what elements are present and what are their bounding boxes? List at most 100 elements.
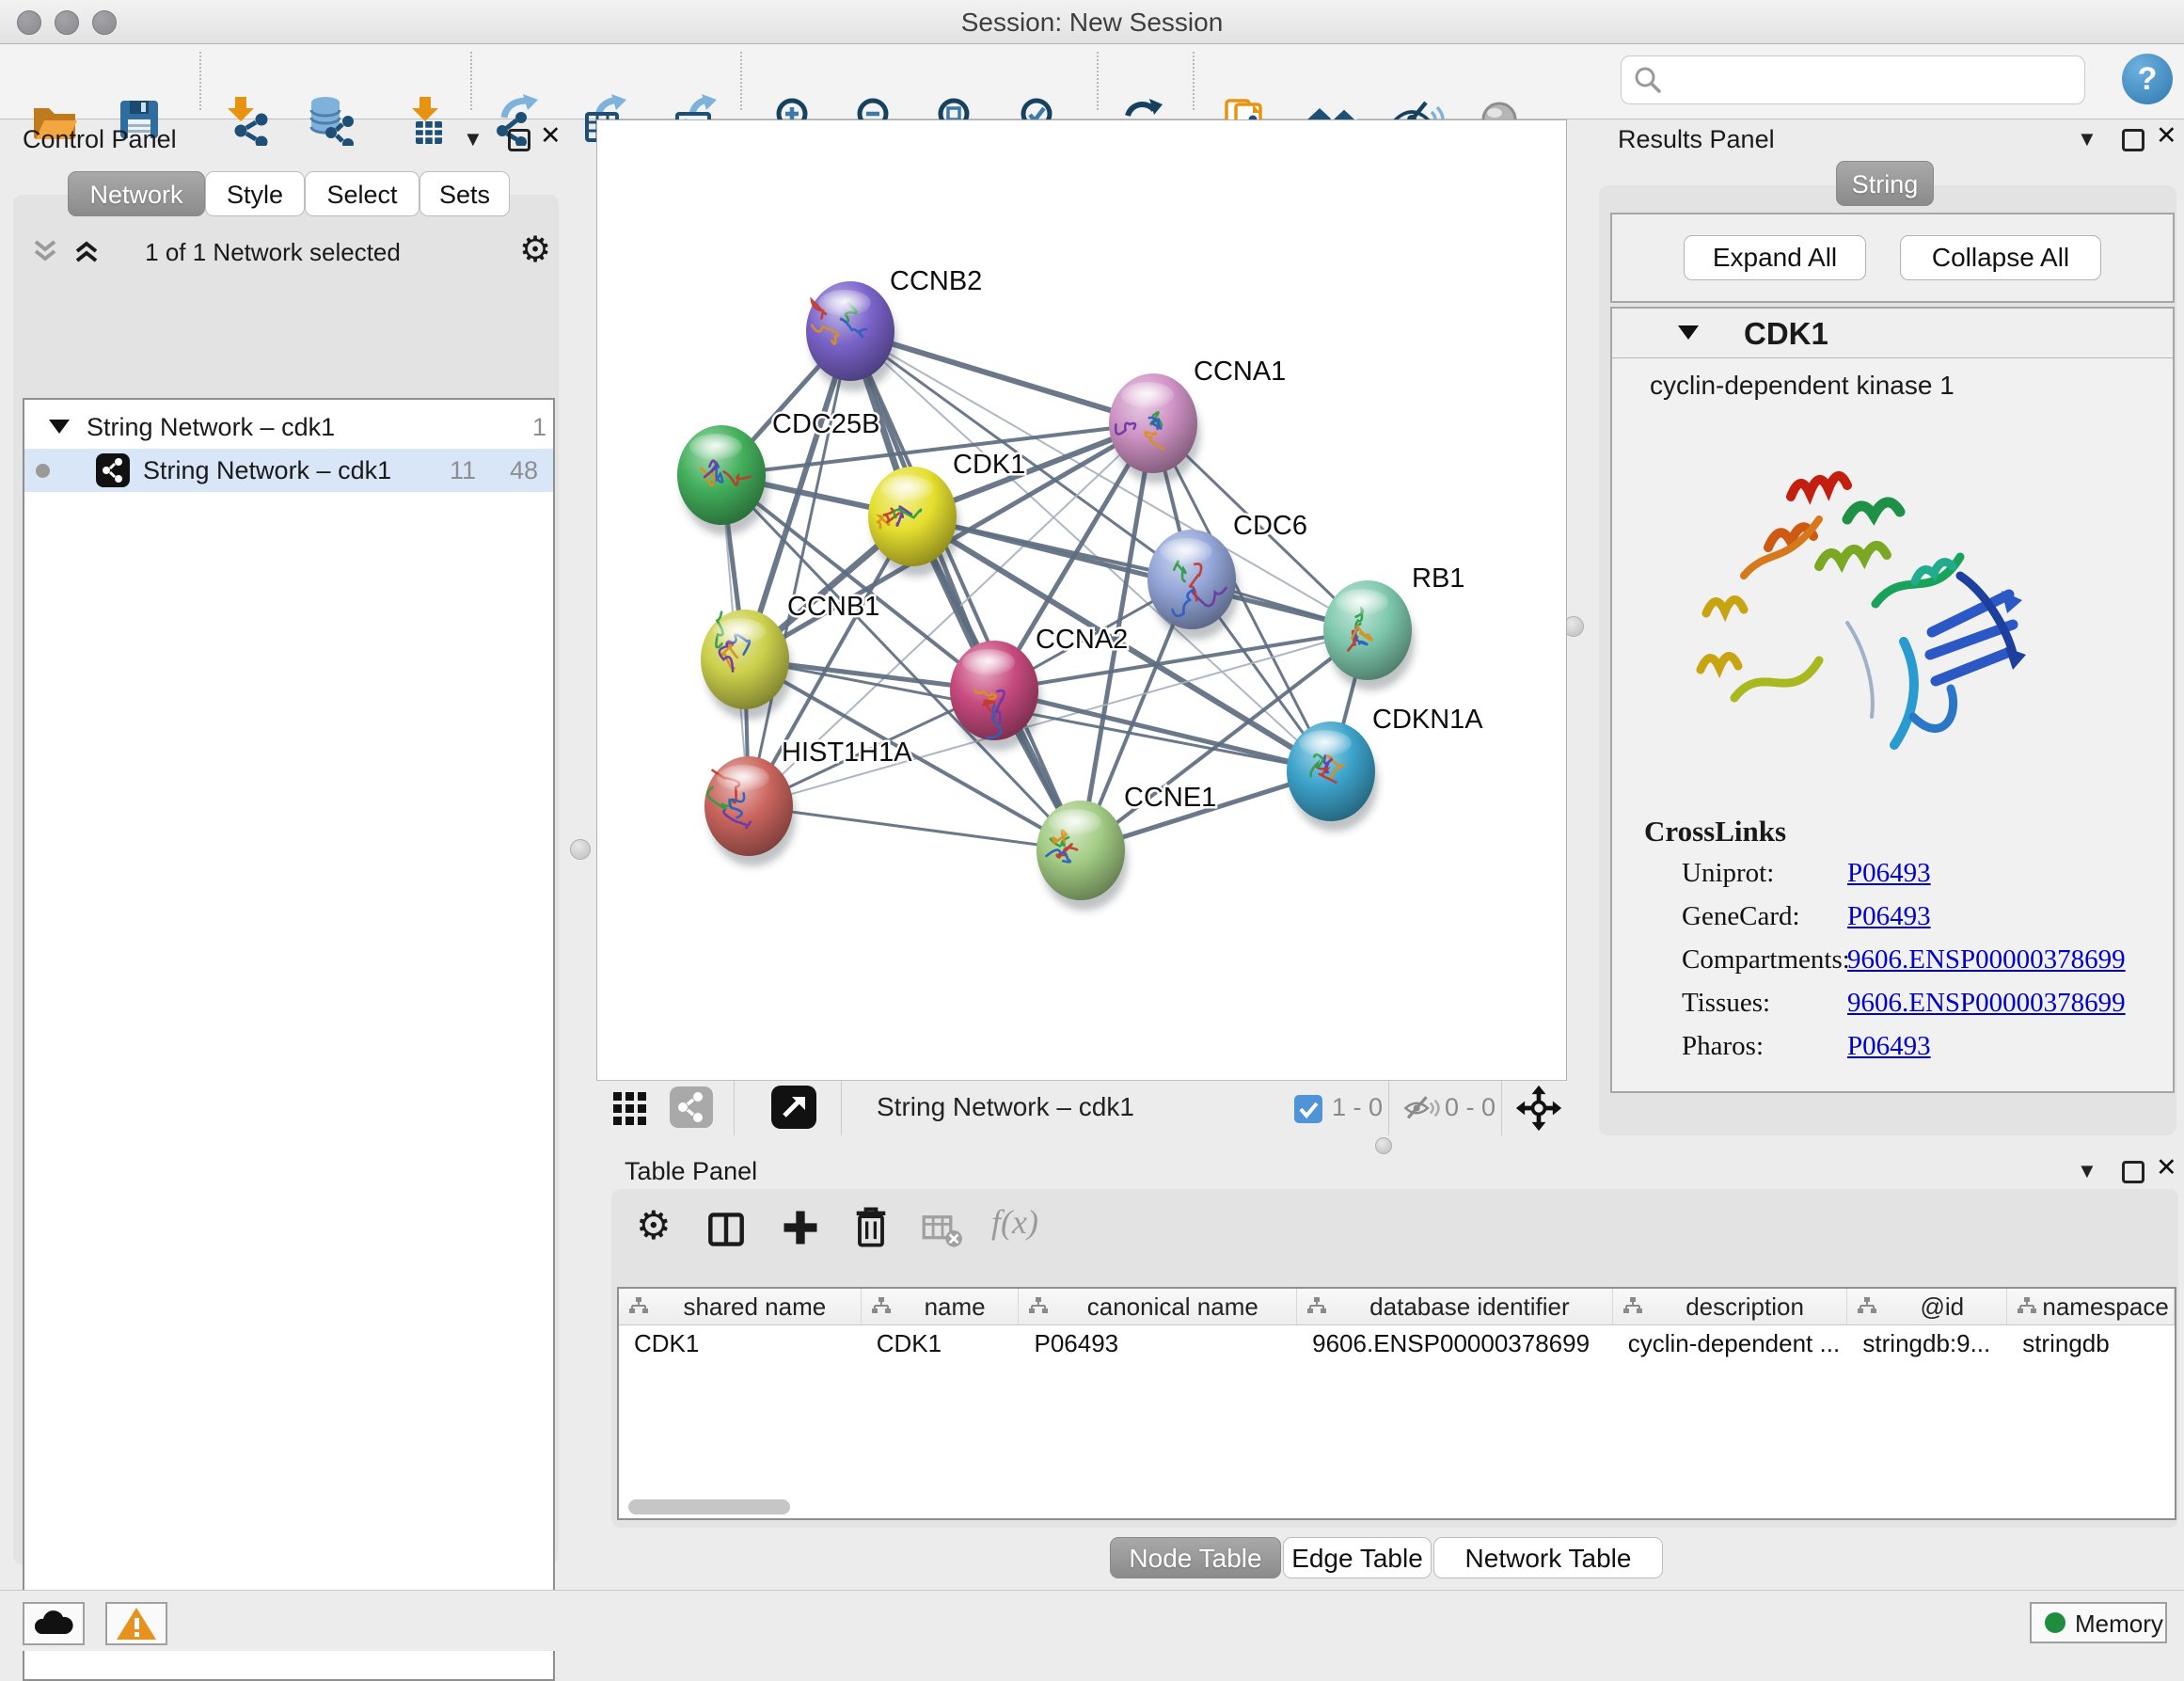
footer-separator: [1388, 1081, 1389, 1135]
column-header[interactable]: canonical name: [1019, 1289, 1297, 1324]
svg-text:CDC6: CDC6: [1233, 511, 1307, 541]
footer-separator: [841, 1081, 842, 1135]
tab-edge-table[interactable]: Edge Table: [1283, 1537, 1432, 1578]
svg-text:CCNB1: CCNB1: [787, 592, 879, 622]
expand-all-icon[interactable]: [70, 236, 103, 266]
table-cell: CDK1: [619, 1325, 862, 1361]
network-node-HIST1H1A: [704, 756, 793, 856]
table-options-gear-icon[interactable]: ⚙: [636, 1202, 672, 1248]
network-canvas[interactable]: CCNB2CCNA1CDC25BCDK1CDC6RB1CCNB1CCNA2CDK…: [596, 119, 1567, 1081]
table-cell: 9606.ENSP00000378699: [1297, 1325, 1613, 1361]
column-header[interactable]: name: [862, 1289, 1020, 1324]
crosslink-link[interactable]: 9606.ENSP00000378699: [1847, 944, 2126, 975]
crosslink-label: Pharos:: [1682, 1031, 1764, 1062]
panel-menu-chevron-icon[interactable]: ▼: [2077, 127, 2097, 151]
main-toolbar: ?: [0, 44, 2184, 119]
selected-count: 1 - 0: [1332, 1093, 1383, 1122]
network-graph[interactable]: CCNB2CCNA1CDC25BCDK1CDC6RB1CCNB1CCNA2CDK…: [597, 120, 1566, 1080]
toolbar-separator: [1097, 52, 1099, 110]
tab-network[interactable]: Network: [68, 171, 205, 216]
warning-icon: [107, 1604, 166, 1643]
svg-text:CDKN1A: CDKN1A: [1372, 705, 1483, 735]
delete-column-trash-icon[interactable]: [852, 1204, 890, 1249]
network-node-RB1: [1323, 580, 1412, 680]
apply-function-button: f(x): [991, 1202, 1038, 1242]
control-panel-title: Control Panel: [23, 125, 177, 154]
panel-float-icon[interactable]: [508, 129, 530, 151]
network-node-CCNA1: [1109, 373, 1197, 473]
toolbar-separator: [470, 52, 472, 110]
cloud-button[interactable]: [23, 1602, 85, 1645]
tab-style[interactable]: Style: [205, 171, 305, 216]
tab-string[interactable]: String: [1836, 161, 1934, 206]
column-header[interactable]: database identifier: [1297, 1289, 1613, 1324]
string-style-button[interactable]: [670, 1086, 713, 1128]
open-in-window-button[interactable]: [771, 1086, 816, 1129]
left-splitter-handle[interactable]: [570, 839, 591, 860]
panel-close-icon[interactable]: ✕: [2156, 121, 2177, 151]
crosslink-row: Pharos: P06493: [1612, 1031, 2173, 1074]
network-node-CDK1: [868, 467, 957, 566]
tab-sets[interactable]: Sets: [419, 171, 510, 216]
edge-count: 48: [510, 449, 538, 492]
column-type-icon: [871, 1296, 892, 1317]
crosslink-link[interactable]: 9606.ENSP00000378699: [1847, 988, 2126, 1019]
footer-separator: [734, 1081, 735, 1135]
results-panel: Results Panel ▼ ✕ String Expand All Coll…: [1580, 119, 2184, 1150]
table-row[interactable]: CDK1CDK1P064939606.ENSP00000378699cyclin…: [619, 1325, 2175, 1361]
collapse-all-button[interactable]: Collapse All: [1900, 235, 2101, 280]
fit-selected-crosshair-icon[interactable]: [1514, 1084, 1563, 1133]
node-table[interactable]: shared namenamecanonical namedatabase id…: [617, 1287, 2176, 1520]
memory-button[interactable]: Memory: [2030, 1602, 2167, 1643]
crosslink-link[interactable]: P06493: [1847, 1031, 1931, 1062]
table-header-row: shared namenamecanonical namedatabase id…: [619, 1289, 2175, 1325]
gene-section-header[interactable]: CDK1: [1612, 309, 2173, 358]
panel-menu-chevron-icon[interactable]: ▼: [463, 127, 483, 151]
column-header[interactable]: @id: [1847, 1289, 2007, 1324]
table-cell: CDK1: [862, 1325, 1020, 1361]
svg-text:HIST1H1A: HIST1H1A: [782, 737, 912, 768]
column-header[interactable]: shared name: [619, 1289, 862, 1324]
panel-float-icon[interactable]: [2122, 129, 2144, 151]
svg-text:CCNA1: CCNA1: [1194, 357, 1286, 387]
network-options-gear-icon[interactable]: ⚙: [519, 229, 551, 270]
crosslink-link[interactable]: P06493: [1847, 901, 1931, 932]
add-column-icon[interactable]: [781, 1208, 820, 1247]
network-selected-status: 1 of 1 Network selected: [113, 238, 433, 267]
expand-all-button[interactable]: Expand All: [1684, 235, 1866, 280]
warnings-button[interactable]: [105, 1602, 167, 1645]
tab-network-table[interactable]: Network Table: [1433, 1537, 1663, 1578]
network-row-selected[interactable]: String Network – cdk1 11 48: [24, 449, 553, 492]
string-network-icon: [96, 453, 130, 487]
section-expander-icon[interactable]: [1678, 325, 1699, 340]
table-panel: Table Panel ▼ ✕ ⚙ f(x) shared namenameca…: [609, 1150, 2184, 1590]
panel-menu-chevron-icon[interactable]: ▼: [2077, 1159, 2097, 1183]
show-columns-icon[interactable]: [707, 1212, 745, 1247]
birdseye-grid-icon[interactable]: [611, 1090, 653, 1128]
crosslink-link[interactable]: P06493: [1847, 858, 1931, 889]
collapse-all-icon[interactable]: [28, 236, 62, 266]
network-node-CCNB2: [806, 281, 894, 381]
crosslinks-title: CrossLinks: [1644, 815, 1786, 848]
tab-node-table[interactable]: Node Table: [1110, 1537, 1281, 1578]
column-header[interactable]: namespace: [2007, 1289, 2175, 1324]
column-header[interactable]: description: [1613, 1289, 1848, 1324]
toolbar-separator: [740, 52, 742, 110]
search-input[interactable]: [1621, 56, 2085, 104]
column-type-icon: [1306, 1296, 1327, 1317]
horizontal-scrollbar[interactable]: [628, 1499, 790, 1514]
panel-close-icon[interactable]: ✕: [2156, 1153, 2177, 1182]
tab-select[interactable]: Select: [305, 171, 419, 216]
panel-close-icon[interactable]: ✕: [540, 121, 562, 151]
crosslink-row: Tissues:9606.ENSP00000378699: [1612, 988, 2173, 1031]
tree-expander-icon[interactable]: [49, 420, 70, 434]
control-panel: Control Panel ▼ ✕ Network Style Select S…: [0, 119, 564, 1565]
gene-description: cyclin-dependent kinase 1: [1650, 371, 1955, 401]
selected-checkbox[interactable]: [1294, 1095, 1322, 1123]
results-scroll-area: CDK1 cyclin-dependent kinase 1: [1610, 307, 2175, 1093]
network-collection-row[interactable]: String Network – cdk1 1: [24, 405, 553, 449]
crosslink-label: Compartments:: [1682, 944, 1850, 975]
help-button[interactable]: ?: [2122, 54, 2173, 104]
footer-separator: [1501, 1081, 1502, 1135]
panel-float-icon[interactable]: [2122, 1161, 2144, 1183]
